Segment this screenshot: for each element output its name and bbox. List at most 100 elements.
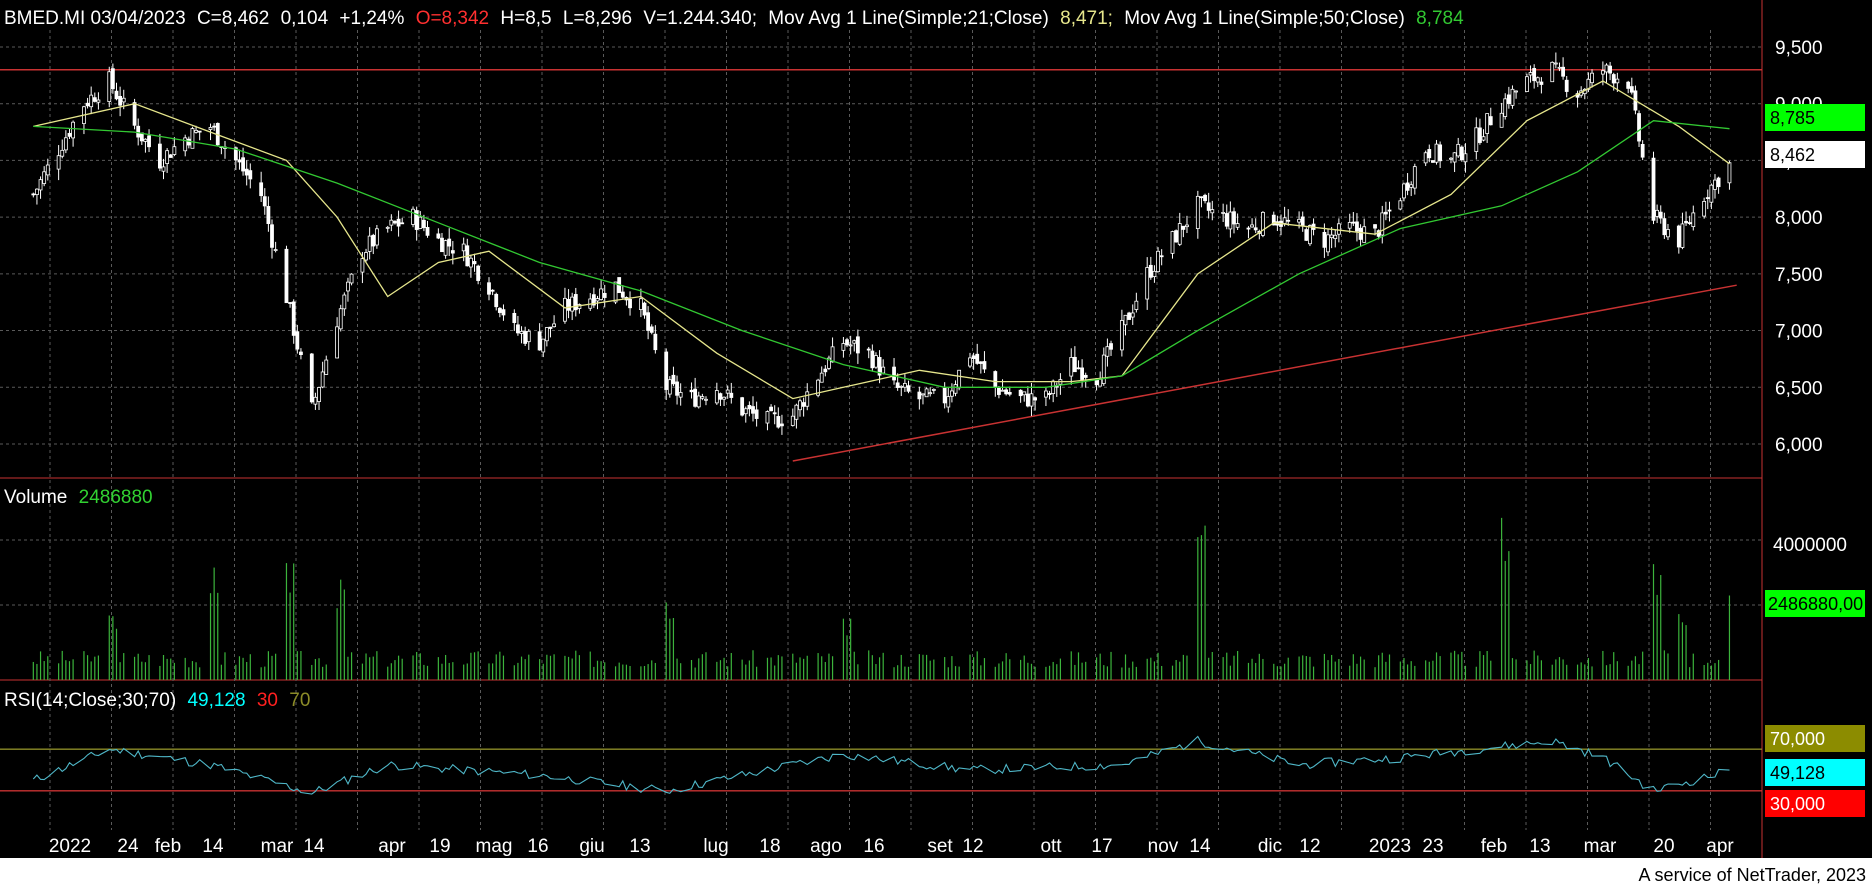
x-tick-label: 19 xyxy=(429,836,450,857)
candle-body xyxy=(1152,270,1157,277)
candle-body xyxy=(161,166,166,172)
candle-body xyxy=(114,90,119,100)
chart-stage: 6,0006,5007,0007,5008,0008,5009,0009,500… xyxy=(0,0,1872,888)
volume-label: Volume xyxy=(4,487,67,508)
chart-header: BMED.MI 03/04/2023 C=8,462 0,104 +1,24% … xyxy=(4,8,1464,29)
candle-body xyxy=(823,368,828,373)
candle-body xyxy=(487,282,491,295)
candle-body xyxy=(472,261,477,265)
x-tick-label: mar xyxy=(1584,836,1617,857)
candle-body xyxy=(147,135,151,148)
candle-body xyxy=(1684,220,1688,224)
candle-body xyxy=(1398,200,1403,210)
candle-body xyxy=(320,371,325,388)
candle-body xyxy=(1029,393,1034,407)
candle-body xyxy=(469,257,473,268)
candle-body xyxy=(993,371,998,388)
candle-body xyxy=(262,196,267,207)
x-tick-label: 16 xyxy=(863,836,884,857)
candle xyxy=(740,396,745,417)
candle-body xyxy=(1000,389,1005,392)
candle-body xyxy=(1199,196,1204,199)
candle-body xyxy=(1358,227,1363,240)
candle-body xyxy=(309,353,314,403)
candle xyxy=(1174,229,1179,243)
header-ma1-label: Mov Avg 1 Line(Simple;21;Close) xyxy=(768,8,1049,29)
candle xyxy=(1430,160,1435,163)
x-tick-label: 2022 xyxy=(49,836,91,857)
candle-body xyxy=(1608,65,1613,74)
candle-body xyxy=(693,388,698,407)
candle-body xyxy=(45,164,50,176)
candle-body xyxy=(526,330,531,343)
candle-body xyxy=(136,125,141,138)
x-tick-label: 14 xyxy=(1189,836,1211,857)
candle-body xyxy=(1347,222,1352,229)
candle-body xyxy=(953,384,958,394)
candle-body xyxy=(1018,389,1023,397)
x-tick-label: giu xyxy=(579,836,604,857)
candle-body xyxy=(1640,144,1645,158)
candle-body xyxy=(338,308,343,330)
candle-body xyxy=(649,326,654,333)
candle-body xyxy=(31,193,36,196)
candle xyxy=(190,126,195,149)
candle-body xyxy=(291,301,296,336)
candle-body xyxy=(364,252,368,261)
candle-body xyxy=(1405,182,1410,191)
candle xyxy=(667,376,672,398)
rsi-high-badge: 70,000 xyxy=(1765,725,1865,752)
x-tick-label: ott xyxy=(1040,836,1062,857)
candle-body xyxy=(1478,127,1482,143)
candle-body xyxy=(1127,312,1132,320)
candle-body xyxy=(1351,221,1356,224)
candle-body xyxy=(1007,392,1012,395)
candle-body xyxy=(295,331,300,350)
candle-body xyxy=(1550,61,1555,83)
candle-body xyxy=(396,218,401,227)
price-tick-label: 6,000 xyxy=(1775,435,1823,456)
x-tick-label: 14 xyxy=(303,836,325,857)
candle-body xyxy=(1485,113,1490,134)
candle-body xyxy=(1525,76,1529,92)
candle-body xyxy=(805,391,810,407)
candle-body xyxy=(1423,152,1428,164)
candle-body xyxy=(928,392,933,395)
candle xyxy=(1525,73,1529,92)
candle-body xyxy=(1564,79,1569,92)
candle-body xyxy=(313,396,318,405)
candle xyxy=(411,206,415,228)
candle-body xyxy=(722,396,726,400)
header-high: H=8,5 xyxy=(500,8,551,29)
header-change-pct: +1,24% xyxy=(339,8,404,29)
candle-body xyxy=(1666,229,1670,238)
candle-body xyxy=(971,355,976,359)
candle-body xyxy=(899,385,904,388)
candle-body xyxy=(1713,179,1717,190)
candle xyxy=(168,153,173,158)
candle-body xyxy=(96,99,101,103)
candle-body xyxy=(866,348,871,351)
candle-body xyxy=(1362,226,1367,243)
last-price-badge: 8,462 xyxy=(1765,141,1865,168)
candle-body xyxy=(299,351,303,356)
price-tick-label: 9,500 xyxy=(1775,38,1823,59)
x-tick-label: 18 xyxy=(759,836,780,857)
candle-body xyxy=(671,374,676,385)
candle-body xyxy=(436,233,441,239)
rsi-high-badge-text: 70,000 xyxy=(1770,729,1825,749)
price-tick-label: 8,000 xyxy=(1775,208,1823,229)
candle-body xyxy=(1402,183,1406,199)
candle-body xyxy=(917,391,922,400)
candle-body xyxy=(248,170,253,180)
candle-body xyxy=(852,340,857,344)
candle-body xyxy=(968,357,972,367)
candle-body xyxy=(978,361,983,364)
candle-body xyxy=(121,97,126,103)
candle-body xyxy=(881,366,886,374)
candle-body xyxy=(1600,70,1605,75)
candle-body xyxy=(284,248,289,304)
x-tick-label: set xyxy=(927,836,953,857)
candle-body xyxy=(1119,320,1124,351)
header-symbol-date: BMED.MI 03/04/2023 xyxy=(4,8,186,29)
